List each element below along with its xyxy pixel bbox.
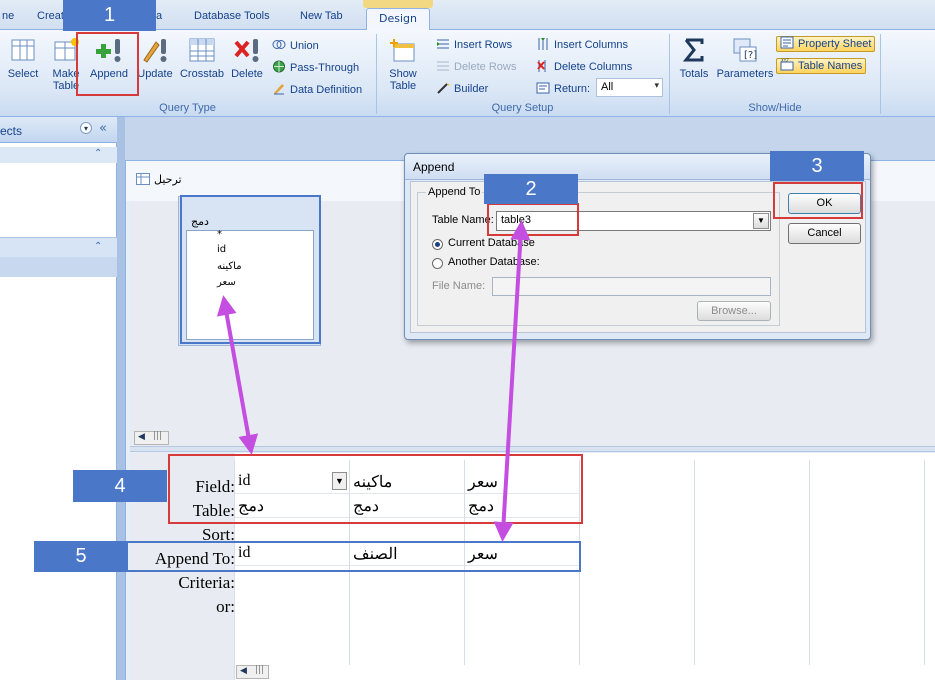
arrow-table-name-to-append-to	[493, 220, 531, 542]
arrow-field-list-to-grid	[216, 295, 259, 455]
annotation-arrows	[216, 220, 531, 542]
